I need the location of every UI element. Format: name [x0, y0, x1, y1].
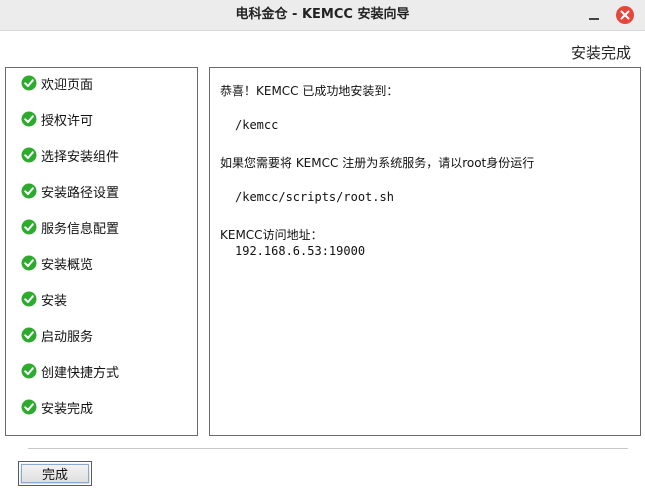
step-item-start-service: 启动服务: [21, 325, 93, 345]
check-icon: [21, 291, 37, 307]
check-icon: [21, 111, 37, 127]
step-label: 安装: [41, 293, 68, 309]
step-label: 授权许可: [41, 113, 94, 129]
finish-button[interactable]: 完成: [18, 461, 92, 486]
page-title: 安装完成: [570, 44, 631, 62]
step-label: 选择安装组件: [41, 149, 120, 165]
close-button[interactable]: [616, 6, 634, 24]
check-icon: [21, 75, 37, 91]
step-label: 安装路径设置: [41, 185, 120, 201]
title-bar[interactable]: 电科金仓 - KEMCC 安装向导: [0, 0, 645, 31]
minimize-icon: [589, 18, 599, 20]
step-item-service-config: 服务信息配置: [21, 217, 119, 237]
check-icon: [21, 255, 37, 271]
window-title: 电科金仓 - KEMCC 安装向导: [235, 7, 410, 22]
check-icon: [21, 363, 37, 379]
step-item-overview: 安装概览: [21, 253, 93, 273]
step-item-welcome: 欢迎页面: [21, 73, 93, 93]
close-icon: [620, 10, 630, 20]
installer-window: 电科金仓 - KEMCC 安装向导 安装完成 欢迎页面 授权许可 选择安装组件 …: [0, 0, 645, 497]
completion-message-panel: 恭喜！KEMCC 已成功地安装到： /kemcc 如果您需要将 KEMCC 注册…: [209, 67, 641, 436]
check-icon: [21, 399, 37, 415]
step-label: 欢迎页面: [41, 77, 94, 93]
step-item-shortcuts: 创建快捷方式: [21, 361, 119, 381]
step-label: 服务信息配置: [41, 221, 120, 237]
step-item-install-path: 安装路径设置: [21, 181, 119, 201]
footer-divider: [28, 448, 628, 449]
install-path: /kemcc: [235, 118, 279, 132]
service-register-hint: 如果您需要将 KEMCC 注册为系统服务，请以root身份运行: [220, 156, 535, 170]
success-message: 恭喜！KEMCC 已成功地安装到：: [220, 84, 399, 98]
check-icon: [21, 147, 37, 163]
step-item-components: 选择安装组件: [21, 145, 119, 165]
check-icon: [21, 327, 37, 343]
step-label: 安装概览: [41, 257, 94, 273]
step-label: 创建快捷方式: [41, 365, 120, 381]
step-label: 安装完成: [41, 401, 94, 417]
minimize-button[interactable]: [586, 7, 602, 23]
step-item-complete: 安装完成: [21, 397, 93, 417]
steps-panel: 欢迎页面 授权许可 选择安装组件 安装路径设置 服务信息配置 安装概览 安装 启…: [5, 67, 198, 436]
step-item-install: 安装: [21, 289, 67, 309]
root-script-path: /kemcc/scripts/root.sh: [235, 190, 394, 204]
step-item-license: 授权许可: [21, 109, 93, 129]
access-address-label: KEMCC访问地址：: [220, 228, 323, 242]
check-icon: [21, 183, 37, 199]
check-icon: [21, 219, 37, 235]
step-label: 启动服务: [41, 329, 94, 345]
access-address: 192.168.6.53:19000: [235, 244, 366, 258]
